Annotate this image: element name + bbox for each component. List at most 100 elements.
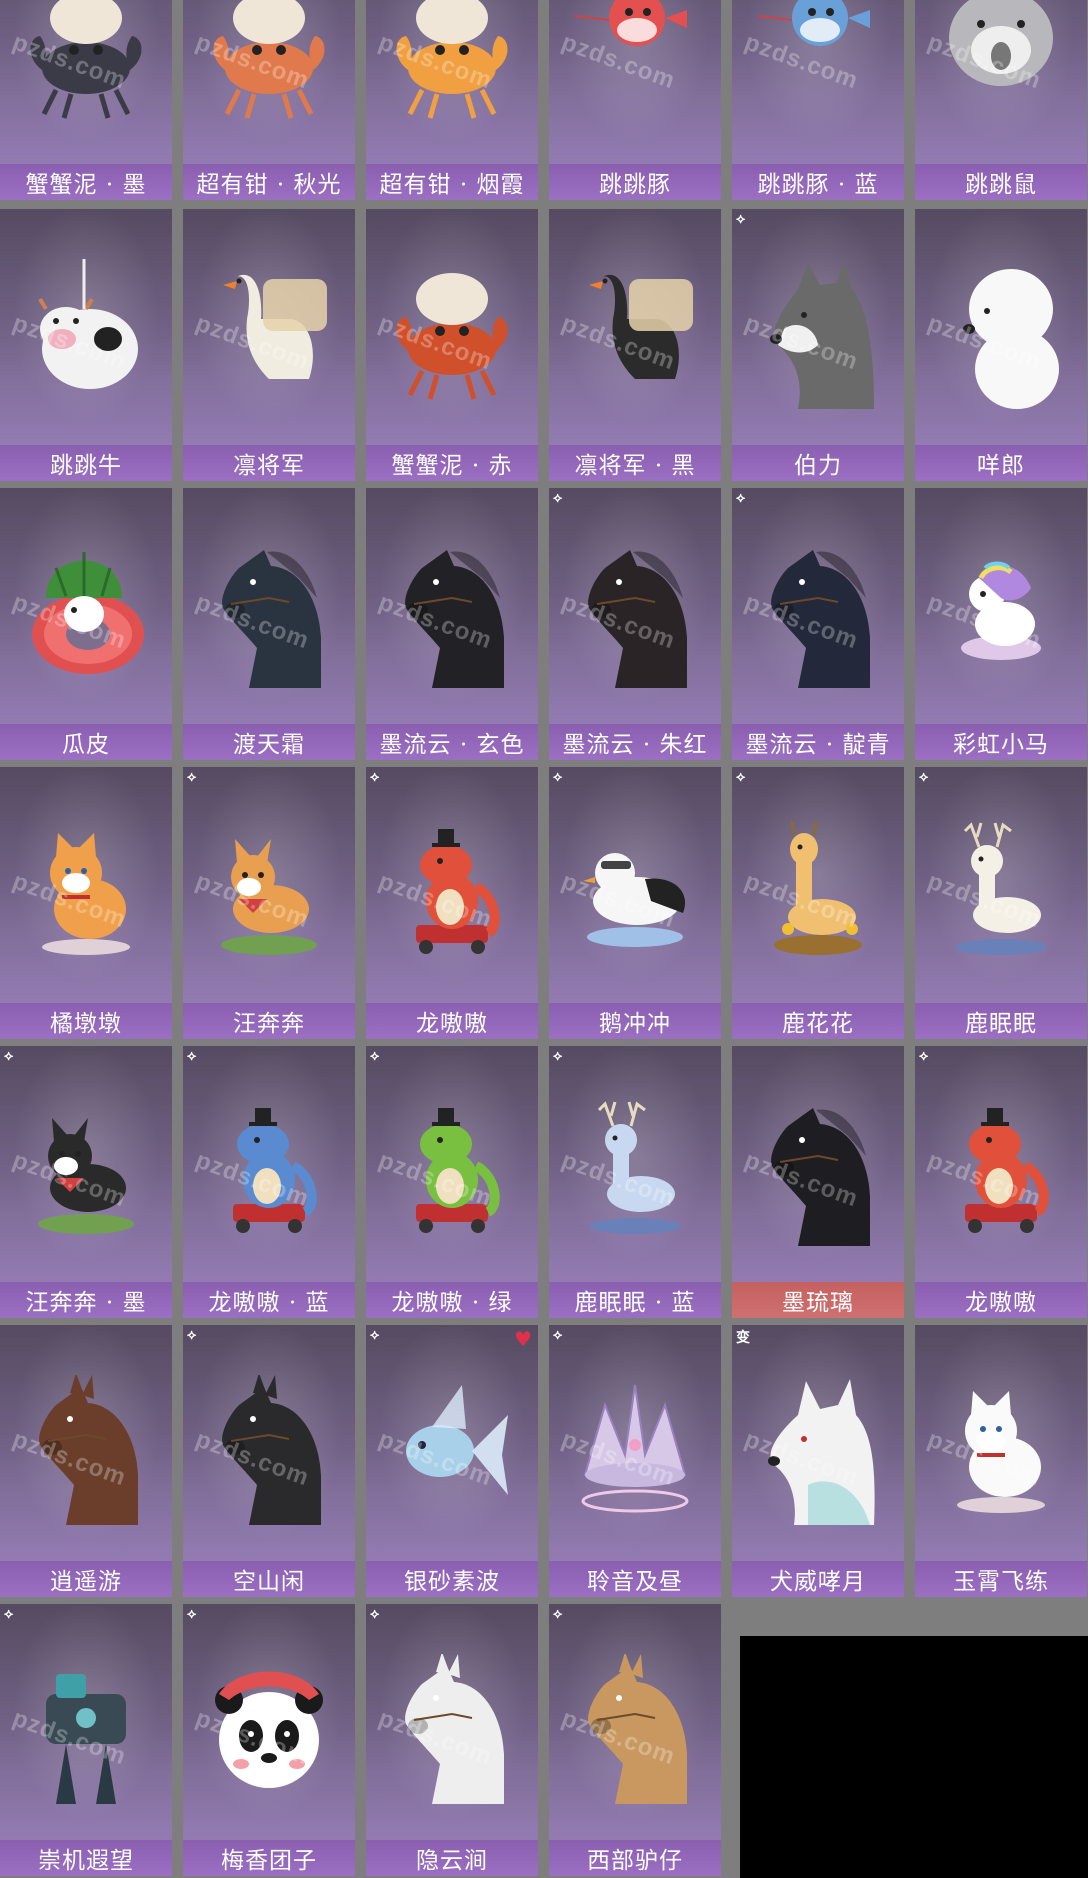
corner-badge-icon: ⟡ (4, 1606, 14, 1622)
mount-card[interactable]: pzds.com ⟡ 鹿眠眠 (915, 767, 1087, 1039)
mount-card[interactable]: pzds.com ⟡ 鹅冲冲 (549, 767, 721, 1039)
mount-name-label: 鹿花花 (782, 1011, 854, 1037)
corner-badge-icon: ⟡ (187, 769, 197, 785)
card-label-bar: 凛将军 · 黑 (549, 445, 721, 481)
mount-name-label: 犬威哮月 (770, 1569, 866, 1595)
mount-name-label: 鹅冲冲 (599, 1011, 671, 1037)
corner-badge-icon: ⟡ (553, 1606, 563, 1622)
corner-badge-icon: ⟡ (553, 1327, 563, 1343)
mount-name-label: 跳跳牛 (50, 453, 122, 479)
card-label-bar: 聆音及昼 (549, 1561, 721, 1597)
mount-card[interactable]: pzds.com 瓜皮 (0, 488, 172, 760)
mount-name-label: 墨流云 · 靛青 (745, 732, 891, 758)
mount-card[interactable]: pzds.com 玉霄飞练 (915, 1325, 1087, 1597)
card-label-bar: 鹿眠眠 (915, 1003, 1087, 1039)
mount-card[interactable]: pzds.com ⟡ 西部驴仔 (549, 1604, 721, 1876)
mount-name-label: 跳跳鼠 (965, 172, 1037, 198)
corner-badge-icon: ⟡ (187, 1048, 197, 1064)
mount-card[interactable]: pzds.com ⟡ 墨流云 · 靛青 (732, 488, 904, 760)
card-label-bar: 龙嗷嗷 (366, 1003, 538, 1039)
corner-badge-icon: ⟡ (736, 769, 746, 785)
mount-card[interactable]: pzds.com 蟹蟹泥 · 墨 (0, 0, 172, 200)
card-label-bar: 逍遥游 (0, 1561, 172, 1597)
mount-card[interactable]: pzds.com 墨琉璃 (732, 1046, 904, 1318)
mount-card[interactable]: pzds.com ⟡ 龙嗷嗷 (366, 767, 538, 1039)
mount-card[interactable]: pzds.com ⟡ 空山闲 (183, 1325, 355, 1597)
card-label-bar: 龙嗷嗷 · 蓝 (183, 1282, 355, 1318)
mount-card[interactable]: pzds.com 逍遥游 (0, 1325, 172, 1597)
mount-name-label: 彩虹小马 (953, 732, 1049, 758)
card-label-bar: 汪奔奔 · 墨 (0, 1282, 172, 1318)
corner-badge-icon: ⟡ (553, 769, 563, 785)
mount-card[interactable]: pzds.com 蟹蟹泥 · 赤 (366, 209, 538, 481)
mount-card[interactable]: pzds.com ⟡ 伯力 (732, 209, 904, 481)
corner-badge-icon: ⟡ (187, 1606, 197, 1622)
card-label-bar: 墨流云 · 朱红 (549, 724, 721, 760)
mount-name-label: 跳跳豚 · 蓝 (757, 172, 879, 198)
mount-card[interactable]: pzds.com ⟡ 梅香团子 (183, 1604, 355, 1876)
mount-name-label: 汪奔奔 (233, 1011, 305, 1037)
card-label-bar: 龙嗷嗷 · 绿 (366, 1282, 538, 1318)
corner-badge-icon: ⟡ (370, 769, 380, 785)
card-label-bar: 墨流云 · 玄色 (366, 724, 538, 760)
card-label-bar: 空山闲 (183, 1561, 355, 1597)
card-label-bar: 凛将军 (183, 445, 355, 481)
empty-slot (740, 1636, 1088, 1878)
mount-name-label: 银砂素波 (404, 1569, 500, 1595)
corner-badge-icon: ⟡ (919, 1048, 929, 1064)
mount-name-label: 墨琉璃 (782, 1290, 854, 1316)
mount-card[interactable]: pzds.com 凛将军 (183, 209, 355, 481)
card-label-bar: 伯力 (732, 445, 904, 481)
mount-card[interactable]: pzds.com ⟡ 鹿眠眠 · 蓝 (549, 1046, 721, 1318)
mount-name-label: 鹿眠眠 (965, 1011, 1037, 1037)
mount-card[interactable]: pzds.com 凛将军 · 黑 (549, 209, 721, 481)
card-label-bar: 跳跳豚 (549, 164, 721, 200)
mount-card[interactable]: pzds.com ⟡ 汪奔奔 · 墨 (0, 1046, 172, 1318)
mount-card[interactable]: pzds.com ⟡ 崇机遐望 (0, 1604, 172, 1876)
card-label-bar: 咩郎 (915, 445, 1087, 481)
mount-card[interactable]: pzds.com 彩虹小马 (915, 488, 1087, 760)
mount-gallery: pzds.com 蟹蟹泥 · 墨 pzds.com 超有钳 · 秋光 pzds.co… (0, 0, 1088, 1878)
mount-card[interactable]: pzds.com 变犬威哮月 (732, 1325, 904, 1597)
card-label-bar: 墨琉璃 (732, 1282, 904, 1318)
corner-badge-icon: ⟡ (4, 1048, 14, 1064)
mount-card[interactable]: pzds.com 超有钳 · 秋光 (183, 0, 355, 200)
card-label-bar: 汪奔奔 (183, 1003, 355, 1039)
mount-name-label: 汪奔奔 · 墨 (25, 1290, 147, 1316)
corner-badge-icon: ⟡ (370, 1327, 380, 1343)
mount-card[interactable]: pzds.com 咩郎 (915, 209, 1087, 481)
mount-card[interactable]: pzds.com ⟡ 隐云涧 (366, 1604, 538, 1876)
mount-card[interactable]: pzds.com 渡天霜 (183, 488, 355, 760)
mount-name-label: 蟹蟹泥 · 墨 (25, 172, 147, 198)
corner-badge-icon: ⟡ (736, 211, 746, 227)
mount-card[interactable]: pzds.com 墨流云 · 玄色 (366, 488, 538, 760)
mount-name-label: 咩郎 (977, 453, 1025, 479)
mount-name-label: 凛将军 (233, 453, 305, 479)
mount-card[interactable]: pzds.com 跳跳豚 (549, 0, 721, 200)
card-label-bar: 梅香团子 (183, 1840, 355, 1876)
card-label-bar: 超有钳 · 烟霞 (366, 164, 538, 200)
mount-name-label: 梅香团子 (221, 1848, 317, 1874)
mount-name-label: 隐云涧 (416, 1848, 488, 1874)
mount-card[interactable]: pzds.com ⟡ 聆音及昼 (549, 1325, 721, 1597)
mount-card[interactable]: pzds.com ⟡ 龙嗷嗷 (915, 1046, 1087, 1318)
card-label-bar: 彩虹小马 (915, 724, 1087, 760)
mount-card[interactable]: pzds.com ⟡ 鹿花花 (732, 767, 904, 1039)
mount-name-label: 聆音及昼 (587, 1569, 683, 1595)
mount-card[interactable]: pzds.com ⟡ ♥ 银砂素波 (366, 1325, 538, 1597)
mount-card[interactable]: pzds.com ⟡ 汪奔奔 (183, 767, 355, 1039)
mount-card[interactable]: pzds.com 跳跳牛 (0, 209, 172, 481)
mount-card[interactable]: pzds.com ⟡ 龙嗷嗷 · 绿 (366, 1046, 538, 1318)
heart-icon: ♥ (514, 1327, 532, 1351)
mount-card[interactable]: pzds.com 超有钳 · 烟霞 (366, 0, 538, 200)
mount-card[interactable]: pzds.com 橘墩墩 (0, 767, 172, 1039)
mount-card[interactable]: pzds.com 跳跳鼠 (915, 0, 1087, 200)
mount-card[interactable]: pzds.com ⟡ 龙嗷嗷 · 蓝 (183, 1046, 355, 1318)
card-label-bar: 鹿眠眠 · 蓝 (549, 1282, 721, 1318)
card-label-bar: 西部驴仔 (549, 1840, 721, 1876)
mount-name-label: 逍遥游 (50, 1569, 122, 1595)
mount-card[interactable]: pzds.com ⟡ 墨流云 · 朱红 (549, 488, 721, 760)
corner-badge-icon: ⟡ (187, 1327, 197, 1343)
mount-name-label: 跳跳豚 (599, 172, 671, 198)
mount-card[interactable]: pzds.com 跳跳豚 · 蓝 (732, 0, 904, 200)
